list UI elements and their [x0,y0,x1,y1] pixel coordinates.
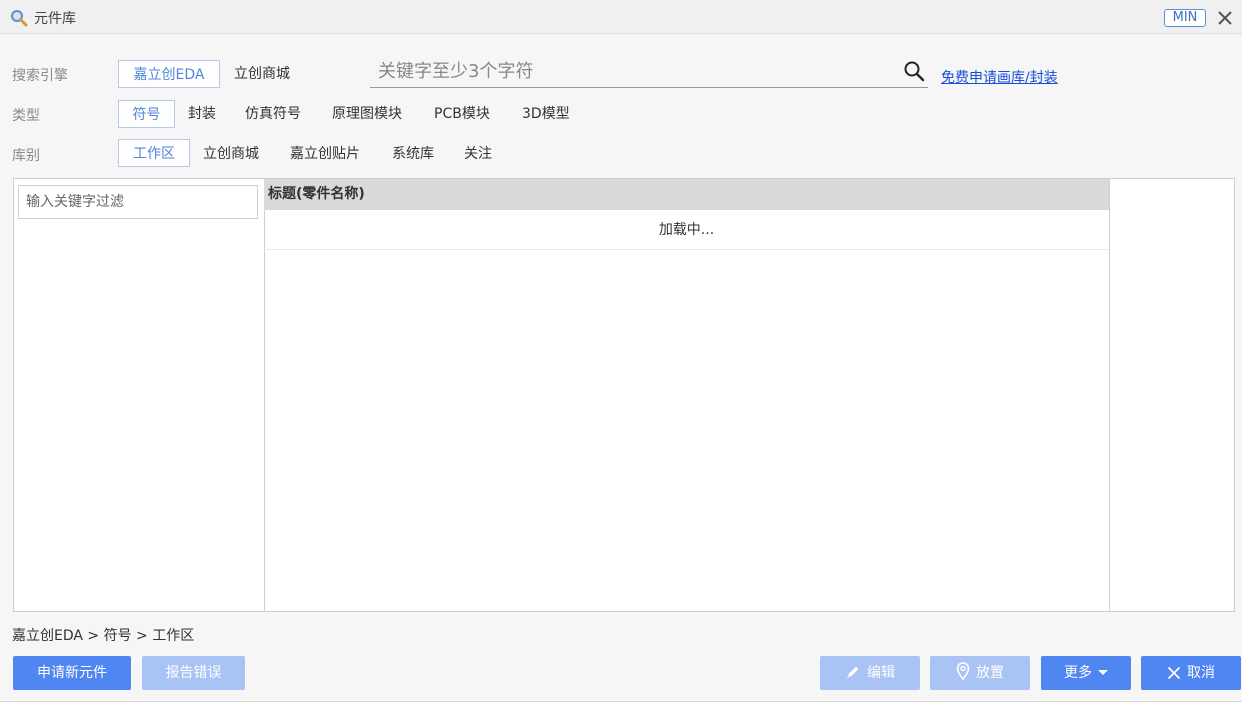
caret-down-icon [1098,670,1108,675]
library-option-followed[interactable]: 关注 [464,140,492,168]
library-label: 库别 [12,148,40,164]
apply-new-component-button[interactable]: 申请新元件 [13,656,131,690]
edit-label: 编辑 [867,665,895,681]
library-option-jlc-smt[interactable]: 嘉立创贴片 [290,140,360,168]
more-label: 更多 [1064,665,1092,681]
report-error-label: 报告错误 [165,665,222,681]
cancel-x-icon [1167,666,1181,680]
library-option-system[interactable]: 系统库 [392,140,434,168]
engine-option-lcsc[interactable]: 立创商城 [234,60,290,88]
type-option-symbol[interactable]: 符号 [118,100,175,128]
search-box [370,56,928,88]
type-option-pcb-module[interactable]: PCB模块 [434,100,490,128]
search-input[interactable] [378,56,888,86]
title-bar: 元件库 MIN [0,0,1242,34]
type-option-3d-model[interactable]: 3D模型 [522,100,570,128]
place-label: 放置 [976,665,1004,681]
preview-pane [1110,179,1234,611]
results-panel: 标题(零件名称) 加载中... [13,178,1235,612]
category-pane [14,179,265,611]
minimize-button[interactable]: MIN [1164,9,1206,27]
loading-indicator: 加载中... [264,210,1109,250]
apply-new-component-label: 申请新元件 [37,665,107,681]
report-error-button[interactable]: 报告错误 [142,656,245,690]
search-icon[interactable] [903,60,925,82]
magnifier-icon [11,10,28,27]
results-table: 标题(零件名称) 加载中... [264,179,1110,611]
column-header-title[interactable]: 标题(零件名称) [264,179,1109,210]
pencil-icon [847,666,859,679]
cancel-button[interactable]: 取消 [1141,656,1241,690]
type-option-schematic-module[interactable]: 原理图模块 [332,100,402,128]
search-engine-label: 搜索引擎 [12,68,68,84]
type-label: 类型 [12,108,40,124]
location-pin-icon [956,662,970,681]
library-option-lcsc[interactable]: 立创商城 [203,140,259,168]
type-option-footprint[interactable]: 封装 [188,100,216,128]
free-apply-link[interactable]: 免费申请画库/封装 [941,67,1058,87]
more-dropdown-button[interactable]: 更多 [1041,656,1131,690]
close-icon[interactable] [1216,9,1234,27]
place-button[interactable]: 放置 [930,656,1030,690]
component-library-dialog: 元件库 MIN 搜索引擎 嘉立创EDA 立创商城 免费申请画库/封装 类型 符号… [0,0,1242,702]
edit-button[interactable]: 编辑 [820,656,920,690]
keyword-filter-input[interactable] [18,185,258,219]
type-option-sim-symbol[interactable]: 仿真符号 [245,100,301,128]
library-option-workspace[interactable]: 工作区 [118,139,190,167]
breadcrumb: 嘉立创EDA > 符号 > 工作区 [12,628,195,644]
cancel-label: 取消 [1187,665,1215,681]
window-title: 元件库 [34,11,76,27]
engine-option-jlceda[interactable]: 嘉立创EDA [118,60,220,88]
